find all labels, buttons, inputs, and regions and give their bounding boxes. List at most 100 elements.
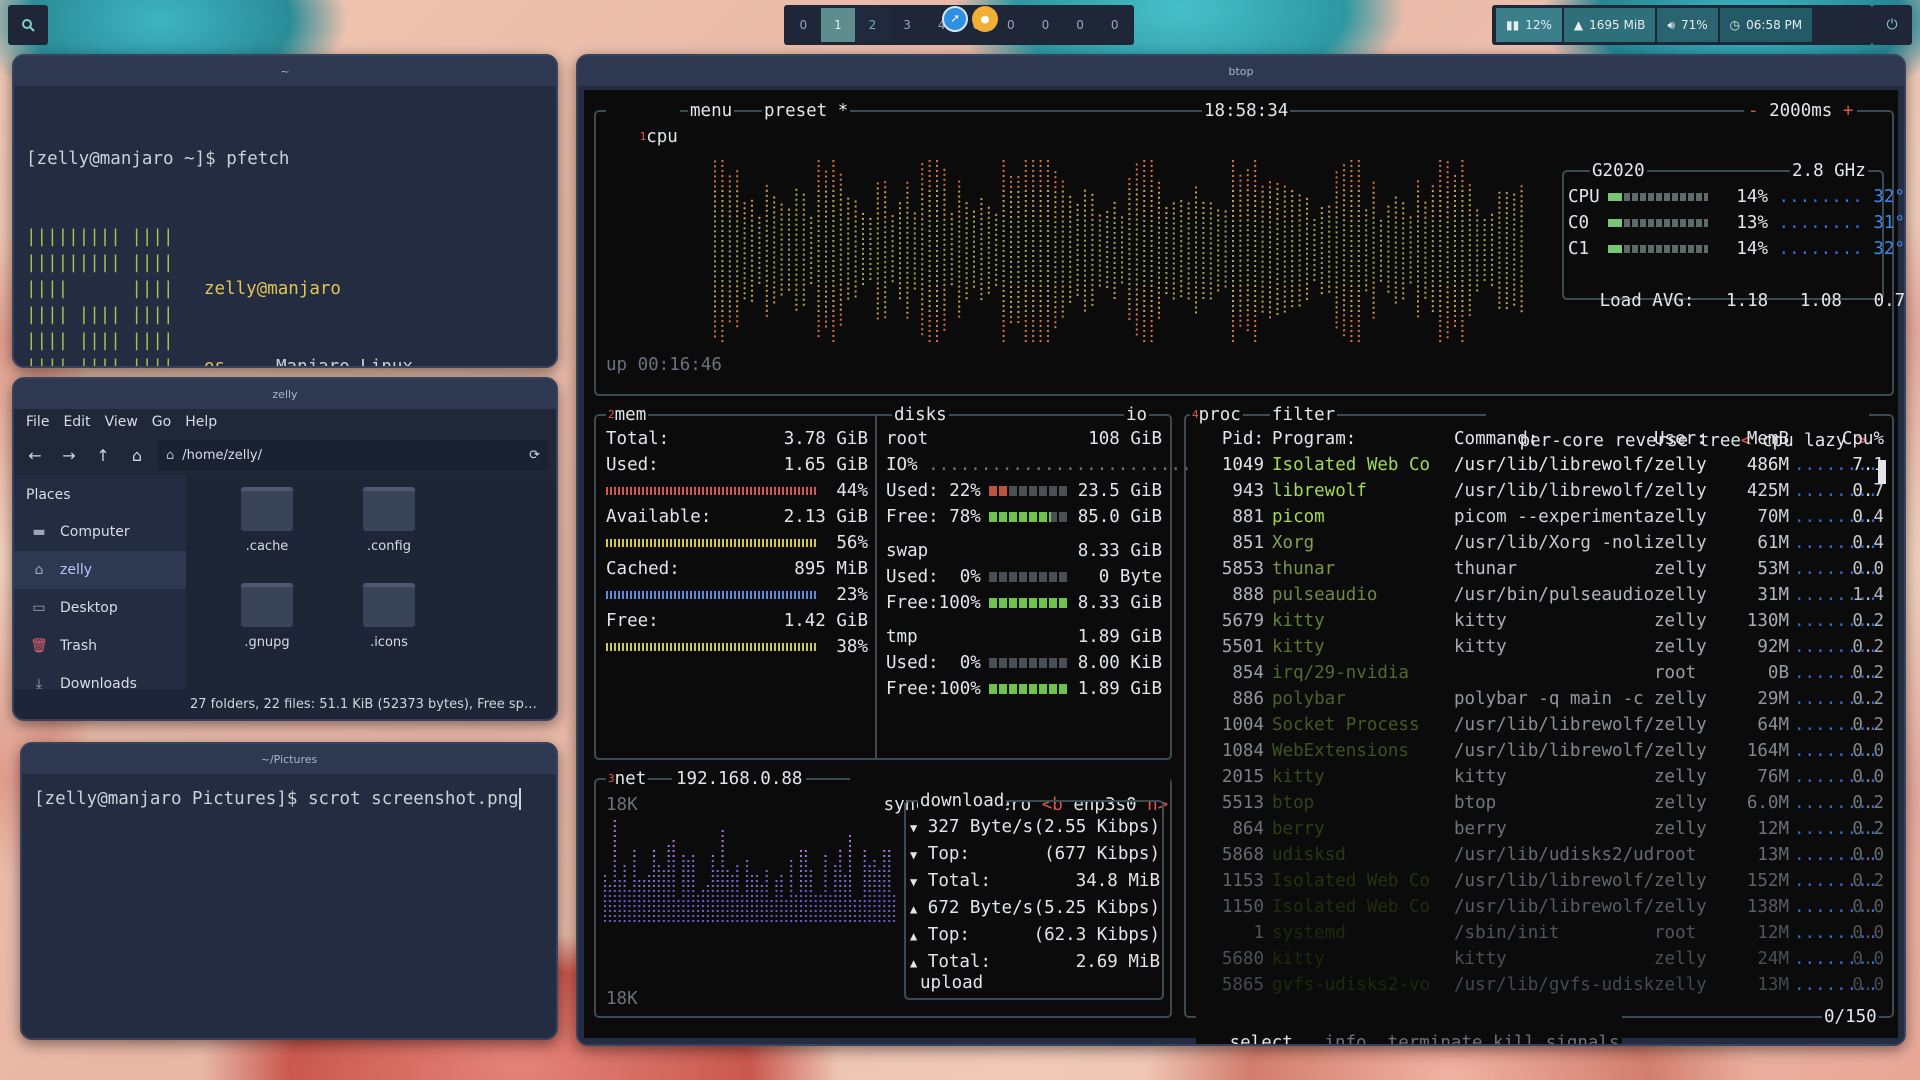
- power-button[interactable]: ⏻: [1872, 5, 1912, 45]
- place-downloads[interactable]: ⤓ Downloads: [14, 665, 186, 703]
- cpu-graph-dot: [1498, 231, 1501, 234]
- header-pid[interactable]: Pid:: [1194, 426, 1264, 452]
- place-zelly[interactable]: ⌂ zelly: [14, 551, 186, 589]
- workspace-2[interactable]: 2: [855, 8, 890, 42]
- process-row[interactable]: 5679 kitty kitty zelly 130M........ 0.2: [1194, 608, 1884, 634]
- place-trash[interactable]: 🗑︎ Trash: [14, 627, 186, 665]
- kill-action[interactable]: kill: [1493, 1033, 1535, 1044]
- header-cpu[interactable]: Cpu%: [1834, 426, 1884, 452]
- menu-view[interactable]: View: [105, 414, 138, 430]
- header-program[interactable]: Program:: [1272, 426, 1442, 452]
- cpu-graph-dot: [1350, 225, 1353, 227]
- cpu-usage[interactable]: ▮▮ 12%: [1496, 8, 1562, 42]
- cpu-graph-dot: [1113, 241, 1116, 244]
- cpu-graph-dot: [1047, 335, 1049, 337]
- folder-item[interactable]: .cache: [206, 487, 328, 583]
- menu-help[interactable]: Help: [185, 414, 217, 430]
- header-user[interactable]: User:: [1654, 426, 1724, 452]
- process-row[interactable]: 881 picom picom --experimenta zelly 70M.....…: [1194, 504, 1884, 530]
- menu-go[interactable]: Go: [152, 414, 171, 430]
- info-action[interactable]: info: [1324, 1033, 1366, 1044]
- cpu-graph-dot: [1476, 244, 1479, 247]
- process-row[interactable]: 5680 kitty kitty zelly 24M........ 0.0: [1194, 946, 1884, 972]
- terminate-action[interactable]: terminate: [1388, 1033, 1483, 1044]
- cpu-graph-dot: [1276, 237, 1279, 240]
- process-row[interactable]: 1 systemd/sbin/init root 12M........ 0.0: [1194, 920, 1884, 946]
- menu-file[interactable]: File: [26, 414, 49, 430]
- update-interval[interactable]: - 2000ms +: [1744, 98, 1858, 124]
- cpu-graph-dot: [721, 325, 724, 327]
- cpu-graph-dot: [1076, 233, 1079, 236]
- place-computer[interactable]: ▬ Computer: [14, 513, 186, 551]
- process-row[interactable]: 864 berry berry zelly 12M........ 0.2: [1194, 816, 1884, 842]
- folder-item[interactable]: .icons: [328, 583, 450, 679]
- menu-edit[interactable]: Edit: [63, 414, 90, 430]
- select-action[interactable]: select: [1230, 1033, 1293, 1044]
- workspace-7[interactable]: 0: [1028, 8, 1063, 42]
- workspace-9[interactable]: 0: [1097, 8, 1132, 42]
- workspace-0[interactable]: 0: [786, 8, 821, 42]
- path-field[interactable]: ⌂/home/zelly/ ⟳: [158, 440, 548, 470]
- process-row[interactable]: 1150 Isolated Web Co/usr/lib/librewolf/ze…: [1194, 894, 1884, 920]
- cpu-graph-dot: [1454, 254, 1456, 257]
- cpu-graph-dot: [1461, 220, 1464, 222]
- forward-icon[interactable]: →: [56, 446, 82, 465]
- process-row[interactable]: 851 Xorg/usr/lib/Xorg -noli zelly 61M......…: [1194, 530, 1884, 556]
- process-row[interactable]: 1084 WebExtensions/usr/lib/librewolf/zell…: [1194, 738, 1884, 764]
- cpu-graph-dot: [1076, 223, 1079, 226]
- process-row[interactable]: 1153 Isolated Web Co/usr/lib/librewolf/ze…: [1194, 868, 1884, 894]
- signals-action[interactable]: signals: [1546, 1033, 1620, 1044]
- btop-window[interactable]: btop 1cpu menu preset * 18:58:34 - 2000m…: [576, 54, 1906, 1046]
- process-row[interactable]: 5868 udisksd/usr/lib/udisks2/ud root 13M...…: [1194, 842, 1884, 868]
- process-row[interactable]: 886 polybar polybar -q main -c zelly 29M....…: [1194, 686, 1884, 712]
- process-row[interactable]: 888 pulseaudio/usr/bin/pulseaudio zelly 31M…: [1194, 582, 1884, 608]
- proc-filter[interactable]: filter: [1270, 402, 1338, 428]
- header-command[interactable]: Command:: [1454, 426, 1654, 452]
- volume-indicator[interactable]: 🔊︎ 71%: [1657, 8, 1718, 42]
- cpu-graph-dot: [1254, 185, 1257, 187]
- place-desktop[interactable]: ▭ Desktop: [14, 589, 186, 627]
- cpu-graph-dot: [1372, 236, 1375, 239]
- workspace-8[interactable]: 0: [1063, 8, 1098, 42]
- cpu-graph-dot: [1306, 287, 1308, 290]
- home-icon[interactable]: ⌂: [124, 446, 150, 465]
- cpu-graph-dot: [1143, 340, 1146, 342]
- cpu-graph-dot: [788, 263, 790, 266]
- workspace-1[interactable]: 1: [820, 8, 856, 42]
- proc-scrollbar[interactable]: [1878, 460, 1886, 484]
- process-row[interactable]: 943 librewolf/usr/lib/librewolf/zelly 425M…: [1194, 478, 1884, 504]
- memory-usage[interactable]: ▲ 1695 MiB: [1563, 8, 1656, 42]
- process-row[interactable]: 1049 Isolated Web Co/usr/lib/librewolf/ze…: [1194, 452, 1884, 478]
- cpu-graph-dot: [906, 196, 909, 199]
- net-graph-dot: [834, 905, 837, 907]
- process-row[interactable]: 5865 gvfs-udisks2-vo/usr/lib/gvfs-udisk ze…: [1194, 972, 1884, 998]
- process-row[interactable]: 5853 thunar thunar zelly 53M........ 0.0: [1194, 556, 1884, 582]
- cpu-graph-dot: [1498, 256, 1501, 259]
- net-graph-dot: [751, 900, 753, 902]
- file-manager-window[interactable]: zelly File Edit View Go Help ← → ↑ ⌂ ⌂/home/…: [12, 377, 558, 721]
- cpu-graph-dot: [1232, 250, 1234, 252]
- cpu-graph-dot: [1276, 202, 1279, 205]
- process-row[interactable]: 5513 btop btop zelly 6.0M........ 0.2: [1194, 790, 1884, 816]
- reload-icon[interactable]: ⟳: [529, 448, 540, 463]
- clock[interactable]: ◷ 06:58 PM: [1719, 8, 1813, 42]
- process-row[interactable]: 2015 kitty kitty zelly 76M........ 0.0: [1194, 764, 1884, 790]
- workspace-3[interactable]: 3: [890, 8, 925, 42]
- folder-item[interactable]: .config: [328, 487, 450, 583]
- terminal-pictures[interactable]: ~/Pictures [zelly@manjaro Pictures]$ scr…: [20, 742, 558, 1040]
- process-row[interactable]: 5501 kitty kitty zelly 92M........ 0.2: [1194, 634, 1884, 660]
- header-mem[interactable]: MemB: [1729, 426, 1789, 452]
- process-row[interactable]: 854 irq/29-nvidia root 0B........ 0.2: [1194, 660, 1884, 686]
- search-button[interactable]: [8, 5, 48, 45]
- process-row[interactable]: 1004 Socket Process/usr/lib/librewolf/zel…: [1194, 712, 1884, 738]
- browser-icon[interactable]: ➚: [942, 6, 968, 32]
- terminal-pfetch[interactable]: ~ [zelly@manjaro ~]$ pfetch ||||||||| ||…: [12, 54, 558, 368]
- up-icon[interactable]: ↑: [90, 446, 116, 465]
- folder-item[interactable]: .gnupg: [206, 583, 328, 679]
- preset-button[interactable]: preset *: [762, 98, 851, 124]
- mic-icon[interactable]: ●: [972, 6, 998, 32]
- menu-button[interactable]: menu: [688, 98, 735, 124]
- net-graph-dot: [829, 910, 832, 912]
- cpu-graph-dot: [1239, 194, 1242, 197]
- back-icon[interactable]: ←: [22, 446, 48, 465]
